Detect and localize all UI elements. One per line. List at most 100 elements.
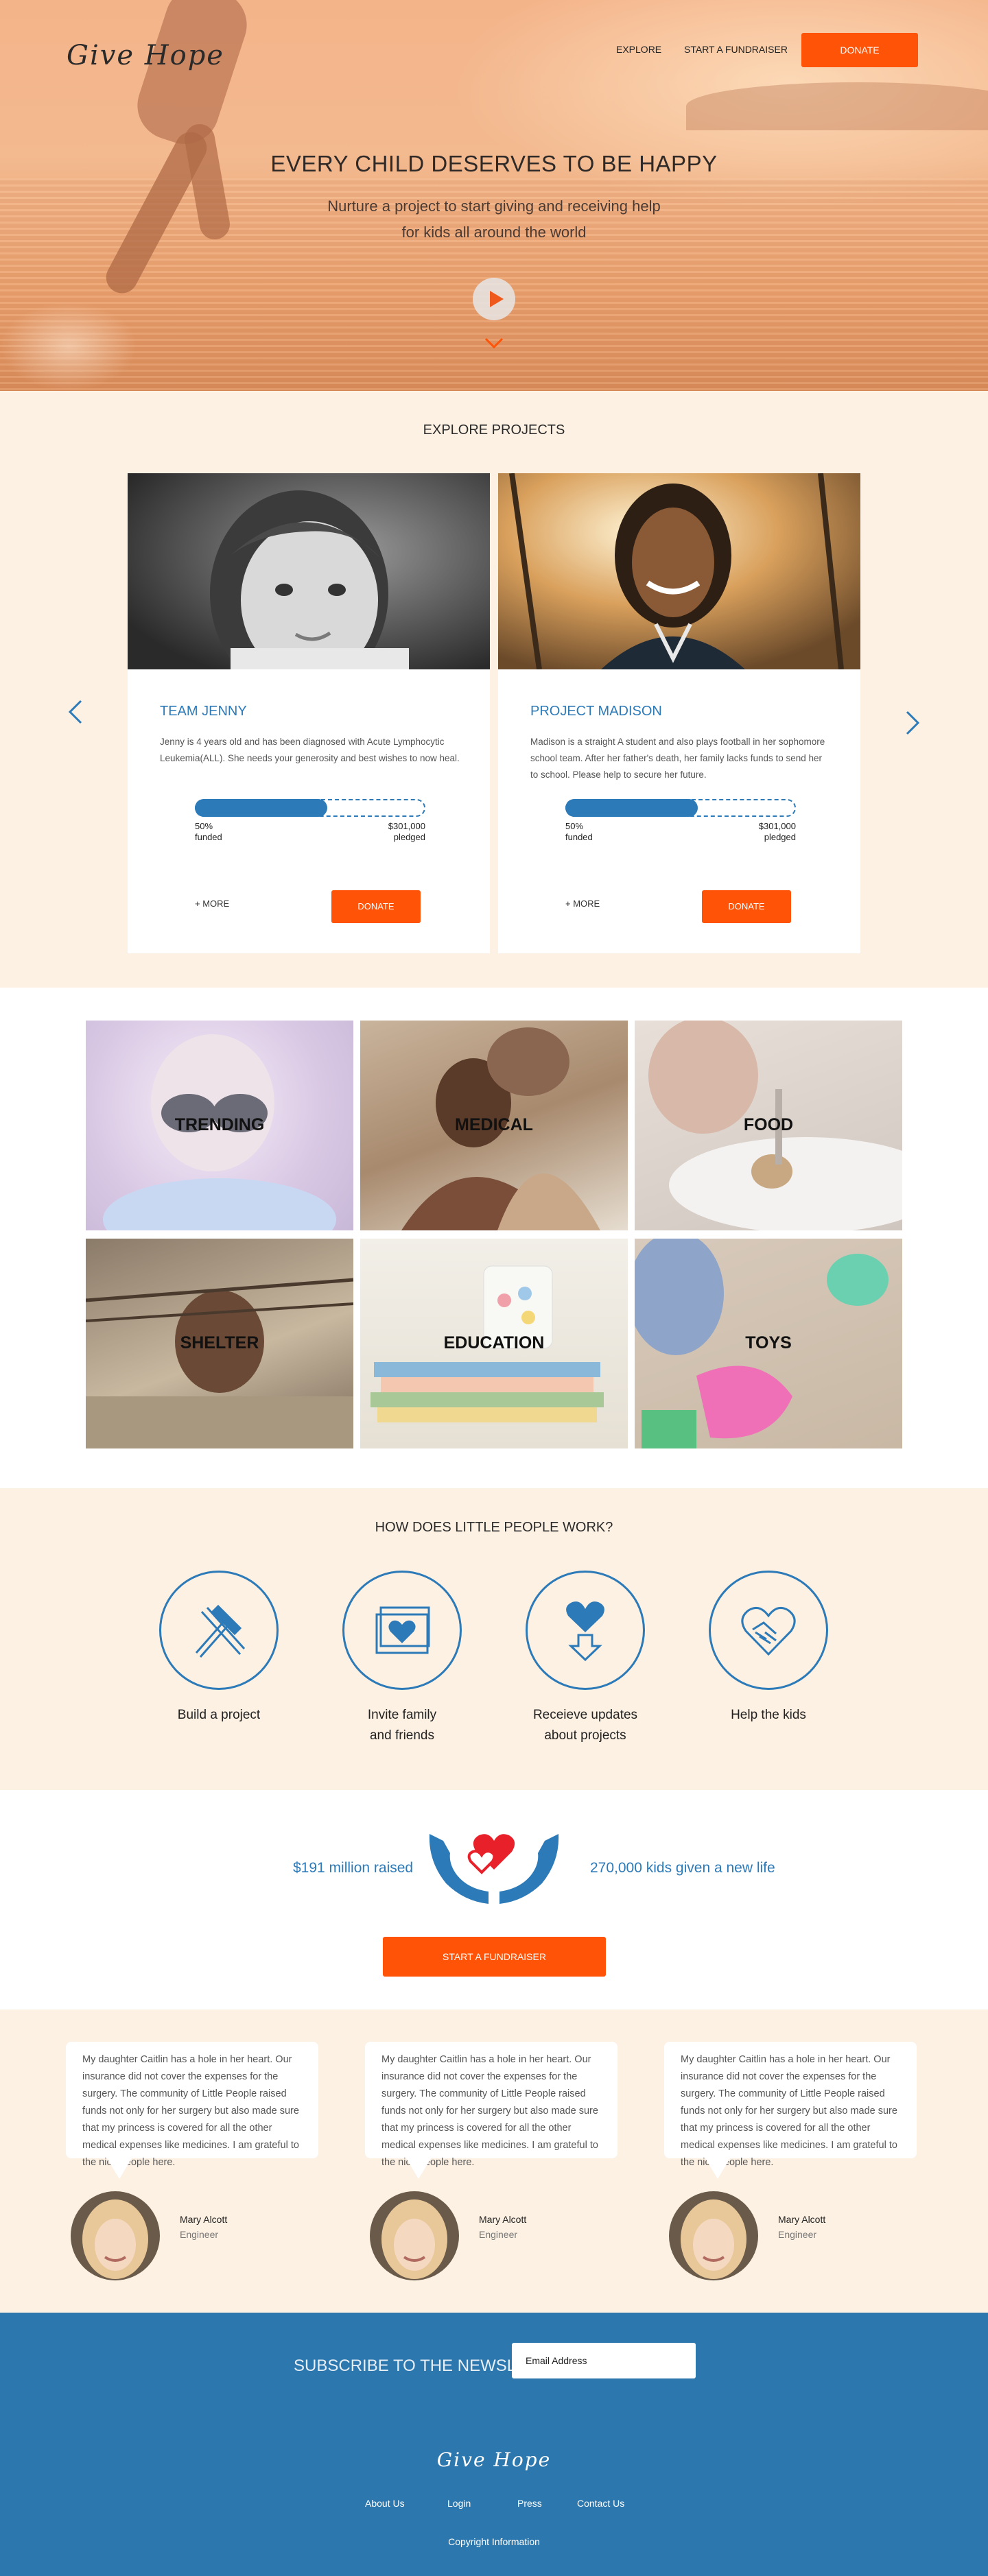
category-tile-food[interactable]: FOOD	[635, 1021, 902, 1230]
play-icon[interactable]	[473, 278, 515, 320]
step-icon-circle	[342, 1571, 462, 1690]
kids-helped-stat: 270,000 kids given a new life	[590, 1860, 775, 1876]
category-tile-medical[interactable]: MEDICAL	[360, 1021, 628, 1230]
project-photo-jenny	[128, 473, 490, 669]
nav-explore-link[interactable]: EXPLORE	[616, 44, 661, 55]
pledged-label: pledged	[393, 832, 425, 842]
category-tile-shelter[interactable]: SHELTER	[86, 1239, 353, 1448]
hammer-icon	[195, 1604, 246, 1658]
step-caption-line2: and friends	[369, 1728, 434, 1743]
testimonial-role: Engineer	[778, 2229, 817, 2240]
explore-projects-section: EXPLORE PROJECTS TEAM JENNY Jenny is 4 y…	[0, 391, 988, 988]
hero-section: Give Hope EXPLORE START A FUNDRAISER DON…	[0, 0, 988, 391]
footer-link-press[interactable]: Press	[517, 2498, 542, 2509]
category-label: TOYS	[745, 1333, 792, 1352]
category-label: MEDICAL	[455, 1115, 533, 1134]
funded-stat: 50% funded	[195, 821, 222, 843]
step-caption-line1: Receieve updates	[532, 1708, 638, 1722]
project-photo-madison	[498, 473, 860, 669]
step-caption-line2: about projects	[544, 1728, 626, 1743]
copyright-text: Copyright Information	[448, 2536, 540, 2547]
testimonial-quote: My daughter Caitlin has a hole in her he…	[66, 2042, 318, 2179]
footer-link-about[interactable]: About Us	[365, 2498, 405, 2509]
funding-progress-bar	[195, 799, 425, 817]
nav-donate-button[interactable]: DONATE	[801, 33, 918, 67]
chevron-left-icon[interactable]	[66, 698, 84, 726]
category-tile-education[interactable]: EDUCATION	[360, 1239, 628, 1448]
step-caption: Invite family and friends	[333, 1705, 471, 1746]
chevron-down-icon[interactable]	[484, 336, 504, 350]
step-caption-line1: Help the kids	[731, 1708, 806, 1722]
footer-link-contact[interactable]: Contact Us	[577, 2498, 624, 2509]
testimonial-name: Mary Alcott	[180, 2214, 228, 2225]
category-label: FOOD	[743, 1115, 794, 1134]
category-tile-trending[interactable]: TRENDING	[86, 1021, 353, 1230]
hero-subtitle: Nurture a project to start giving and re…	[327, 198, 661, 241]
handshake-heart-icon	[741, 1606, 796, 1656]
pledged-stat: $301,000 pledged	[752, 821, 796, 843]
testimonial-quote: My daughter Caitlin has a hole in her he…	[365, 2042, 618, 2179]
funded-stat: 50% funded	[565, 821, 593, 843]
step-icon-circle	[159, 1571, 279, 1690]
testimonial-role: Engineer	[479, 2229, 518, 2240]
newsletter-email-input[interactable]	[512, 2343, 696, 2378]
funded-label: funded	[195, 832, 222, 842]
funded-percent: 50%	[565, 821, 584, 831]
avatar	[71, 2191, 160, 2280]
funding-progress-fill	[565, 799, 698, 817]
project-description: Jenny is 4 years old and has been diagno…	[160, 737, 460, 763]
site-logo[interactable]: Give Hope	[67, 40, 224, 71]
how-it-works-section: HOW DOES LITTLE PEOPLE WORK? Build a pro…	[0, 1488, 988, 1790]
funded-label: funded	[565, 832, 593, 842]
project-card[interactable]: PROJECT MADISON Madison is a straight A …	[498, 473, 860, 953]
step-icon-circle	[709, 1571, 828, 1690]
category-label: EDUCATION	[443, 1333, 545, 1352]
testimonials-section: My daughter Caitlin has a hole in her he…	[0, 2009, 988, 2313]
avatar	[669, 2191, 758, 2280]
hero-title: EVERY CHILD DESERVES TO BE HAPPY	[270, 151, 718, 176]
project-donate-button[interactable]: DONATE	[702, 890, 791, 923]
step-caption: Help the kids	[700, 1705, 837, 1726]
project-donate-button[interactable]: DONATE	[331, 890, 421, 923]
more-link[interactable]: + MORE	[195, 898, 229, 909]
heart-arrow-icon	[566, 1601, 604, 1662]
footer: SUBSCRIBE TO THE NEWSLETTER Give Hope Ab…	[0, 2313, 988, 2576]
testimonial-quote: My daughter Caitlin has a hole in her he…	[664, 2042, 917, 2179]
category-tile-toys[interactable]: TOYS	[635, 1239, 902, 1448]
explore-title: EXPLORE PROJECTS	[423, 422, 565, 438]
start-fundraiser-button[interactable]: START A FUNDRAISER	[383, 1937, 606, 1977]
project-card[interactable]: TEAM JENNY Jenny is 4 years old and has …	[128, 473, 490, 953]
testimonial-name: Mary Alcott	[778, 2214, 826, 2225]
project-title[interactable]: TEAM JENNY	[160, 704, 247, 719]
pledged-label: pledged	[764, 832, 796, 842]
step-caption-line1: Build a project	[177, 1708, 261, 1722]
step-caption-line1: Invite family	[367, 1708, 437, 1722]
hero-distant-hill	[686, 82, 988, 130]
pledged-amount: $301,000	[758, 821, 796, 831]
pledged-amount: $301,000	[388, 821, 425, 831]
step-caption: Build a project	[150, 1705, 287, 1726]
avatar	[370, 2191, 459, 2280]
hands-hearts-icon	[429, 1834, 559, 1904]
category-label: SHELTER	[180, 1333, 259, 1352]
nav-start-fundraiser-link[interactable]: START A FUNDRAISER	[684, 44, 788, 55]
categories-section: TRENDING MEDICAL FOOD SHELTER EDUCATION …	[0, 988, 988, 1488]
step-icon-circle	[526, 1571, 645, 1690]
footer-link-login[interactable]: Login	[447, 2498, 471, 2509]
heart-card-icon	[375, 1606, 430, 1654]
category-label: TRENDING	[174, 1115, 265, 1134]
more-link[interactable]: + MORE	[565, 898, 600, 909]
testimonial-role: Engineer	[180, 2229, 219, 2240]
footer-logo[interactable]: Give Hope	[0, 2448, 988, 2471]
project-description: Madison is a straight A student and also…	[530, 737, 825, 780]
project-title[interactable]: PROJECT MADISON	[530, 704, 662, 719]
funded-percent: 50%	[195, 821, 213, 831]
chevron-right-icon[interactable]	[904, 709, 922, 737]
funding-progress-fill	[195, 799, 327, 817]
funding-progress-bar	[565, 799, 796, 817]
impact-stats-section: $191 million raised 270,000 kids given a…	[0, 1790, 988, 2009]
pledged-stat: $301,000 pledged	[381, 821, 425, 843]
testimonial-name: Mary Alcott	[479, 2214, 527, 2225]
step-caption: Receieve updates about projects	[517, 1705, 654, 1746]
how-title: HOW DOES LITTLE PEOPLE WORK?	[375, 1520, 613, 1535]
